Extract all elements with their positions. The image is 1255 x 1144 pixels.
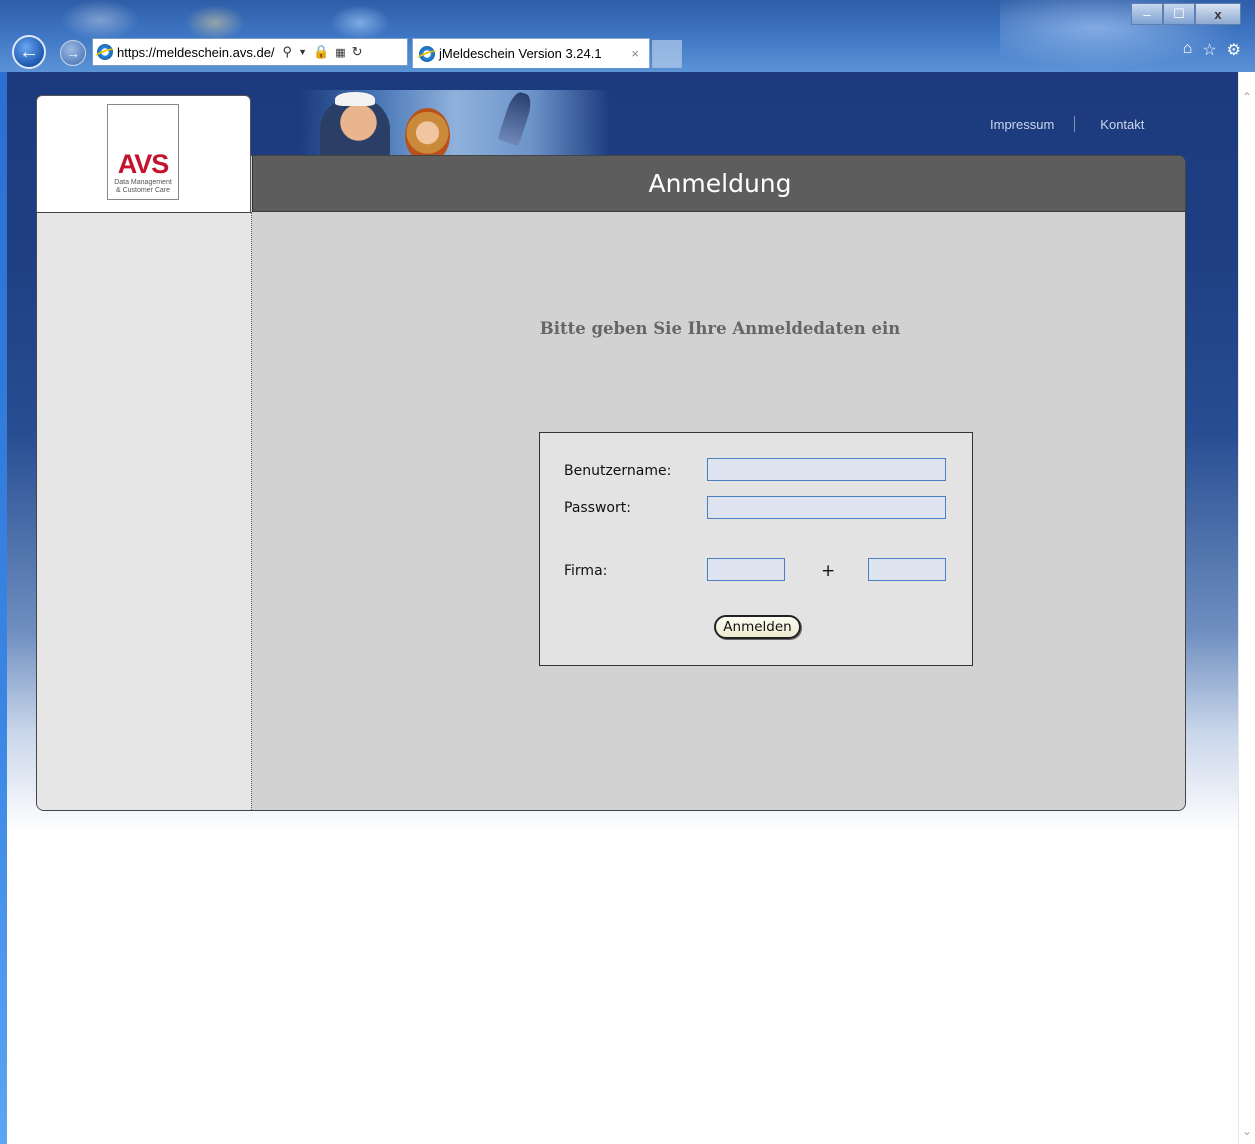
maximize-button[interactable]: ☐ — [1163, 3, 1195, 25]
impressum-link[interactable]: Impressum — [990, 117, 1054, 132]
arrow-right-icon: → — [66, 45, 80, 61]
password-field[interactable] — [707, 496, 946, 519]
url-host: meldeschein.avs.de/ — [156, 44, 275, 60]
company-label: Firma: — [564, 563, 608, 579]
close-tab-icon[interactable]: × — [631, 46, 639, 61]
link-separator — [1074, 116, 1076, 132]
logo-tagline-1: Data Management — [114, 179, 172, 186]
ie-icon — [97, 44, 113, 60]
main-card: Anmeldung Bitte geben Sie Ihre Anmeldeda… — [36, 155, 1186, 811]
content-area: Bitte geben Sie Ihre Anmeldedaten ein Be… — [253, 213, 1185, 810]
desktop-background — [60, 0, 140, 40]
kontakt-link[interactable]: Kontakt — [1100, 117, 1144, 132]
search-icon[interactable]: ⚲ — [283, 44, 293, 60]
banner-image — [300, 90, 610, 156]
forward-button[interactable]: → — [60, 40, 86, 66]
dropdown-icon[interactable]: ▼ — [298, 47, 307, 57]
vertical-scrollbar[interactable]: ⌃ ⌄ — [1238, 72, 1255, 1144]
password-label: Passwort: — [564, 500, 631, 516]
window-controls: – ☐ x — [1131, 3, 1241, 25]
url-scheme: https:// — [117, 44, 157, 60]
browser-chrome: – ☐ x ← → https://meldeschein.avs.de/ ⚲ … — [0, 0, 1255, 72]
banner-person — [405, 108, 450, 156]
login-prompt: Bitte geben Sie Ihre Anmeldedaten ein — [539, 319, 901, 338]
address-tools: ⚲ ▼ 🔒 ▦ ↻ — [283, 44, 363, 60]
browser-tools: ⌂ ☆ ⚙ — [1183, 40, 1241, 60]
banner-person — [497, 90, 535, 147]
arrow-left-icon: ← — [19, 40, 39, 63]
browser-tab[interactable]: jMeldeschein Version 3.24.1 × — [412, 38, 650, 68]
page-header: Anmeldung — [252, 156, 1185, 212]
logo-box: AVS Data Management & Customer Care — [36, 95, 251, 212]
back-button[interactable]: ← — [12, 35, 46, 69]
window-frame — [0, 72, 7, 1144]
refresh-icon[interactable]: ↻ — [352, 44, 363, 60]
avs-logo[interactable]: AVS Data Management & Customer Care — [107, 104, 179, 200]
address-bar[interactable]: https://meldeschein.avs.de/ ⚲ ▼ 🔒 ▦ ↻ — [92, 38, 408, 66]
company-field-1[interactable] — [707, 558, 785, 581]
ie-icon — [419, 45, 435, 62]
login-form: Benutzername: Passwort: Firma: + Anmelde… — [539, 432, 973, 666]
desktop-background — [185, 5, 245, 40]
page-title: Anmeldung — [648, 169, 792, 198]
banner-cap — [335, 92, 375, 106]
logo-tagline-2: & Customer Care — [115, 187, 171, 194]
tab-title: jMeldeschein Version 3.24.1 — [439, 46, 602, 61]
favorites-star-icon[interactable]: ☆ — [1202, 40, 1216, 60]
username-field[interactable] — [707, 458, 946, 481]
scroll-down-icon[interactable]: ⌄ — [1242, 1124, 1252, 1138]
company-field-2[interactable] — [868, 558, 946, 581]
sidebar — [37, 212, 252, 810]
scroll-up-icon[interactable]: ⌃ — [1242, 90, 1252, 104]
top-links: Impressum Kontakt — [990, 116, 1144, 132]
new-tab-button[interactable] — [652, 40, 682, 68]
login-button[interactable]: Anmelden — [714, 615, 801, 639]
banner-person — [320, 98, 390, 156]
compat-view-icon[interactable]: ▦ — [335, 46, 345, 59]
settings-gear-icon[interactable]: ⚙ — [1227, 40, 1241, 60]
plus-sign: + — [821, 561, 836, 581]
username-label: Benutzername: — [564, 463, 672, 479]
logo-wordmark: AVS — [117, 149, 170, 179]
lock-icon[interactable]: 🔒 — [313, 44, 329, 60]
minimize-button[interactable]: – — [1131, 3, 1163, 25]
close-window-button[interactable]: x — [1195, 3, 1241, 25]
home-icon[interactable]: ⌂ — [1183, 40, 1193, 60]
desktop-background — [330, 5, 390, 40]
